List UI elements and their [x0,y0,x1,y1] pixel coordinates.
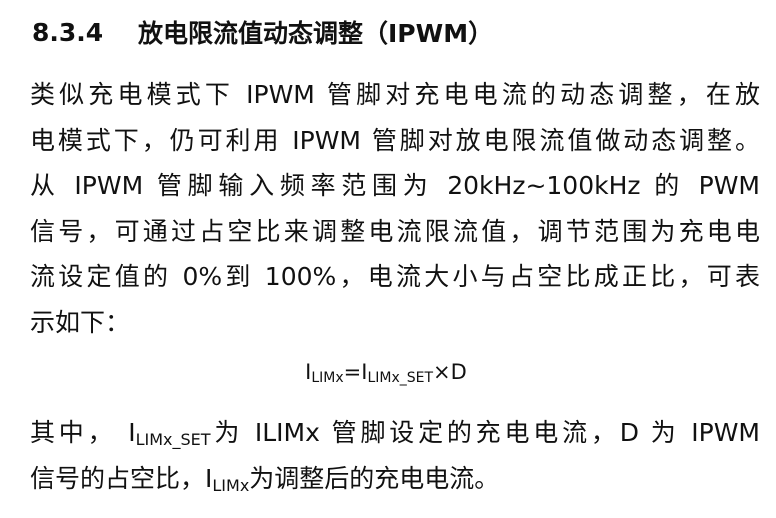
where-prefix: 信号的占空比， [30,463,206,493]
where-line-1: 其中， ILIMx_SET为 ILIMx 管脚设定的充电电流，D 为 IPWM [30,410,760,456]
section-title: 放电限流值动态调整（IPWM） [138,19,494,48]
where-description: 为 ILIMx 管脚设定的充电电流，D 为 IPWM [210,418,760,447]
paragraph-line: 示如下： [30,307,131,337]
where-description: 为调整后的充电电流。 [249,463,500,493]
paragraph-line: 流设定值的 0%到 100%，电流大小与占空比成正比，可表 [30,262,760,292]
paragraph-line: 电模式下，仍可利用 IPWM 管脚对放电限流值做动态调整。 [30,125,760,155]
body-paragraph: 类似充电模式下 IPWM 管脚对充电电流的动态调整，在放 电模式下，仍可利用 I… [30,72,760,346]
paragraph-line: 信号，可通过占空比来调整电流限流值，调节范围为充电电 [30,216,760,246]
formula-equals: = [343,360,362,384]
where-paragraph: 其中， ILIMx_SET为 ILIMx 管脚设定的充电电流，D 为 IPWM … [30,410,760,501]
formula-rhs-subscript: LIMx_SET [367,370,434,386]
where-line-2: 信号的占空比，ILIMx为调整后的充电电流。 [30,456,760,502]
section-heading: 8.3.4 放电限流值动态调整（IPWM） [32,12,493,52]
document-page: 8.3.4 放电限流值动态调整（IPWM） 类似充电模式下 IPWM 管脚对充电… [0,0,776,518]
formula-lhs-subscript: LIMx [311,370,344,386]
formula-times-d: ×D [433,360,467,384]
paragraph-line: 从 IPWM 管脚输入频率范围为 20kHz~100kHz 的 PWM [30,171,760,201]
where-variable-subscript: LIMx_SET [135,430,211,449]
paragraph-line: 类似充电模式下 IPWM 管脚对充电电流的动态调整，在放 [30,80,760,109]
section-number: 8.3.4 [32,17,104,47]
where-variable-subscript: LIMx [212,475,250,495]
where-prefix: 其中， [30,418,117,447]
formula: ILIMx=ILIMx_SET×D [0,360,776,386]
where-variable: I [128,418,136,447]
